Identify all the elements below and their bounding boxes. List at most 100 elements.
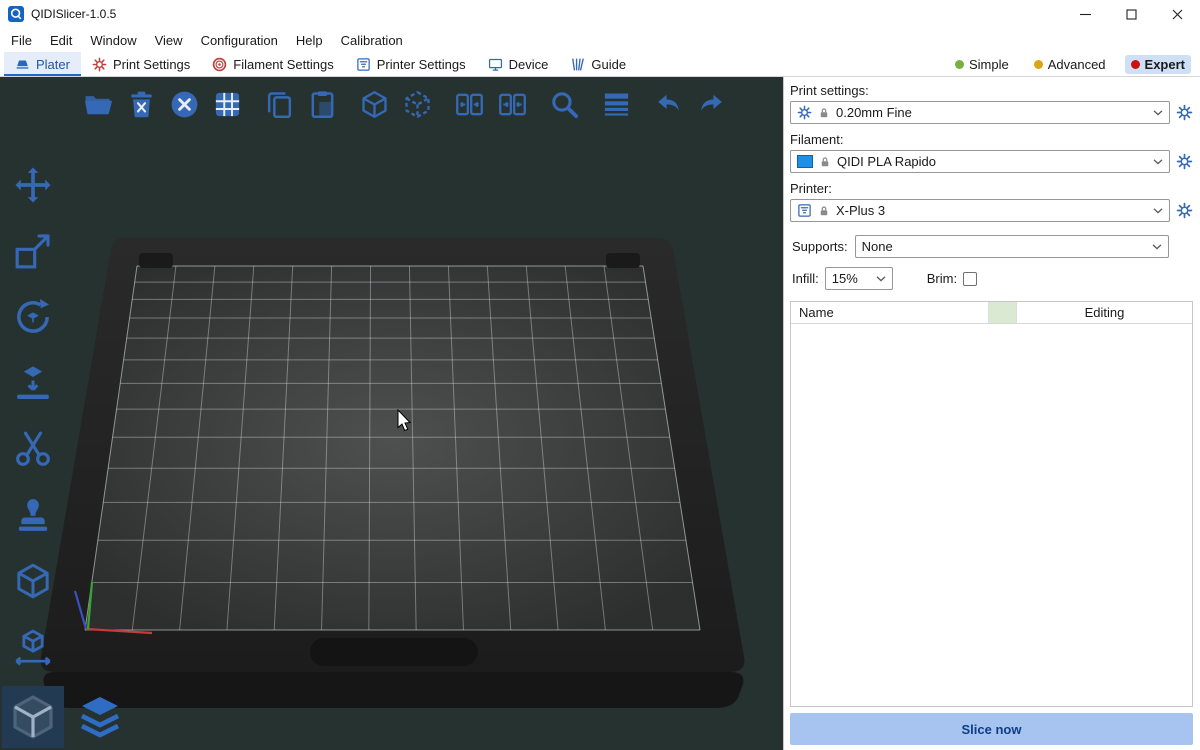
infill-combo[interactable]: 15%: [825, 267, 893, 290]
filament-spool-icon: [212, 57, 227, 72]
editor-view-button[interactable]: [2, 686, 64, 748]
infill-label: Infill:: [792, 271, 819, 286]
bed-clip-right: [606, 253, 640, 268]
mode-simple[interactable]: Simple: [949, 55, 1015, 74]
minimize-icon: [1080, 9, 1091, 20]
filament-combo[interactable]: QIDI PLA Rapido: [790, 150, 1170, 173]
advanced-mode-dot-icon: [1034, 60, 1043, 69]
undo-icon: [653, 89, 684, 120]
menu-calibration[interactable]: Calibration: [332, 30, 412, 51]
mode-switcher: Simple Advanced Expert: [949, 52, 1200, 76]
scale-to-fit-button[interactable]: [8, 625, 58, 669]
tabbar: Plater Print Settings Filament Settings …: [0, 52, 1200, 77]
preview-view-button[interactable]: [69, 686, 131, 748]
viewport-3d[interactable]: [0, 77, 783, 750]
copy-button[interactable]: [261, 87, 297, 123]
brim-checkbox[interactable]: [963, 272, 977, 286]
minimize-button[interactable]: [1062, 0, 1108, 28]
column-header-name: Name: [791, 302, 989, 323]
chevron-down-icon: [1152, 244, 1162, 250]
add-instance-button[interactable]: [356, 87, 392, 123]
copy-icon: [264, 89, 295, 120]
tab-filament-settings[interactable]: Filament Settings: [201, 52, 344, 76]
search-icon: [549, 89, 580, 120]
maximize-button[interactable]: [1108, 0, 1154, 28]
printer-value: X-Plus 3: [836, 203, 885, 218]
variable-layer-height-button[interactable]: [598, 87, 634, 123]
tab-guide-label: Guide: [591, 57, 626, 72]
split-parts-button[interactable]: [494, 87, 530, 123]
print-settings-combo[interactable]: 0.20mm Fine: [790, 101, 1170, 124]
delete-all-button[interactable]: [166, 87, 202, 123]
menu-help[interactable]: Help: [287, 30, 332, 51]
filament-value: QIDI PLA Rapido: [837, 154, 936, 169]
arrange-icon: [212, 89, 243, 120]
paste-button[interactable]: [304, 87, 340, 123]
close-button[interactable]: [1154, 0, 1200, 28]
slice-now-button[interactable]: Slice now: [790, 713, 1193, 745]
rotate-button[interactable]: [8, 295, 58, 339]
menu-edit[interactable]: Edit: [41, 30, 81, 51]
print-settings-value: 0.20mm Fine: [836, 105, 912, 120]
filament-gear-button[interactable]: [1176, 153, 1193, 170]
menu-window[interactable]: Window: [81, 30, 145, 51]
sidebar: Print settings: 0.20mm Fine Filament: QI…: [783, 77, 1200, 750]
mode-advanced[interactable]: Advanced: [1028, 55, 1112, 74]
move-button[interactable]: [8, 163, 58, 207]
rotate-icon: [13, 297, 53, 337]
tab-print-settings-label: Print Settings: [113, 57, 190, 72]
redo-button[interactable]: [693, 87, 729, 123]
scale-to-fit-icon: [13, 627, 53, 667]
chevron-down-icon: [1153, 208, 1163, 214]
gear-icon: [797, 105, 812, 120]
arrange-button[interactable]: [209, 87, 245, 123]
place-on-face-icon: [13, 363, 53, 403]
expert-mode-dot-icon: [1131, 60, 1140, 69]
object-list-header: Name Editing: [791, 302, 1192, 324]
printer-gear-button[interactable]: [1176, 202, 1193, 219]
print-settings-gear-button[interactable]: [1176, 104, 1193, 121]
gizmo-toolbar: [8, 163, 58, 669]
delete-button[interactable]: [123, 87, 159, 123]
tab-printer-settings[interactable]: Printer Settings: [345, 52, 477, 76]
place-on-face-button[interactable]: [8, 361, 58, 405]
undo-button[interactable]: [650, 87, 686, 123]
filament-label: Filament:: [790, 132, 1193, 147]
device-monitor-icon: [488, 57, 503, 72]
tab-plater[interactable]: Plater: [4, 52, 81, 76]
object-list-body[interactable]: [791, 324, 1192, 706]
support-paint-button[interactable]: [8, 493, 58, 537]
move-icon: [13, 165, 53, 205]
open-button[interactable]: [80, 87, 116, 123]
infill-value: 15%: [832, 271, 858, 286]
scale-button[interactable]: [8, 229, 58, 273]
mode-expert[interactable]: Expert: [1125, 55, 1191, 74]
split-objects-button[interactable]: [451, 87, 487, 123]
paste-icon: [307, 89, 338, 120]
bed-front-face: [43, 672, 743, 708]
support-paint-icon: [13, 495, 53, 535]
bed-clip-left: [139, 253, 173, 268]
preview-layers-icon: [76, 693, 124, 741]
printer-combo[interactable]: X-Plus 3: [790, 199, 1170, 222]
menu-file[interactable]: File: [2, 30, 41, 51]
tab-print-settings[interactable]: Print Settings: [81, 52, 201, 76]
measure-button[interactable]: [8, 559, 58, 603]
cut-icon: [13, 429, 53, 469]
menubar: File Edit Window View Configuration Help…: [0, 28, 1200, 52]
tab-device[interactable]: Device: [477, 52, 560, 76]
redo-icon: [696, 89, 727, 120]
cut-button[interactable]: [8, 427, 58, 471]
menu-configuration[interactable]: Configuration: [192, 30, 287, 51]
tab-guide[interactable]: Guide: [559, 52, 637, 76]
supports-combo[interactable]: None: [855, 235, 1169, 258]
guide-icon: [570, 57, 585, 72]
open-icon: [83, 89, 114, 120]
tab-filament-settings-label: Filament Settings: [233, 57, 333, 72]
lock-icon: [818, 107, 830, 119]
search-button[interactable]: [546, 87, 582, 123]
remove-instance-button[interactable]: [399, 87, 435, 123]
variable-layer-height-icon: [601, 89, 632, 120]
column-header-editing: Editing: [1017, 305, 1192, 320]
menu-view[interactable]: View: [146, 30, 192, 51]
